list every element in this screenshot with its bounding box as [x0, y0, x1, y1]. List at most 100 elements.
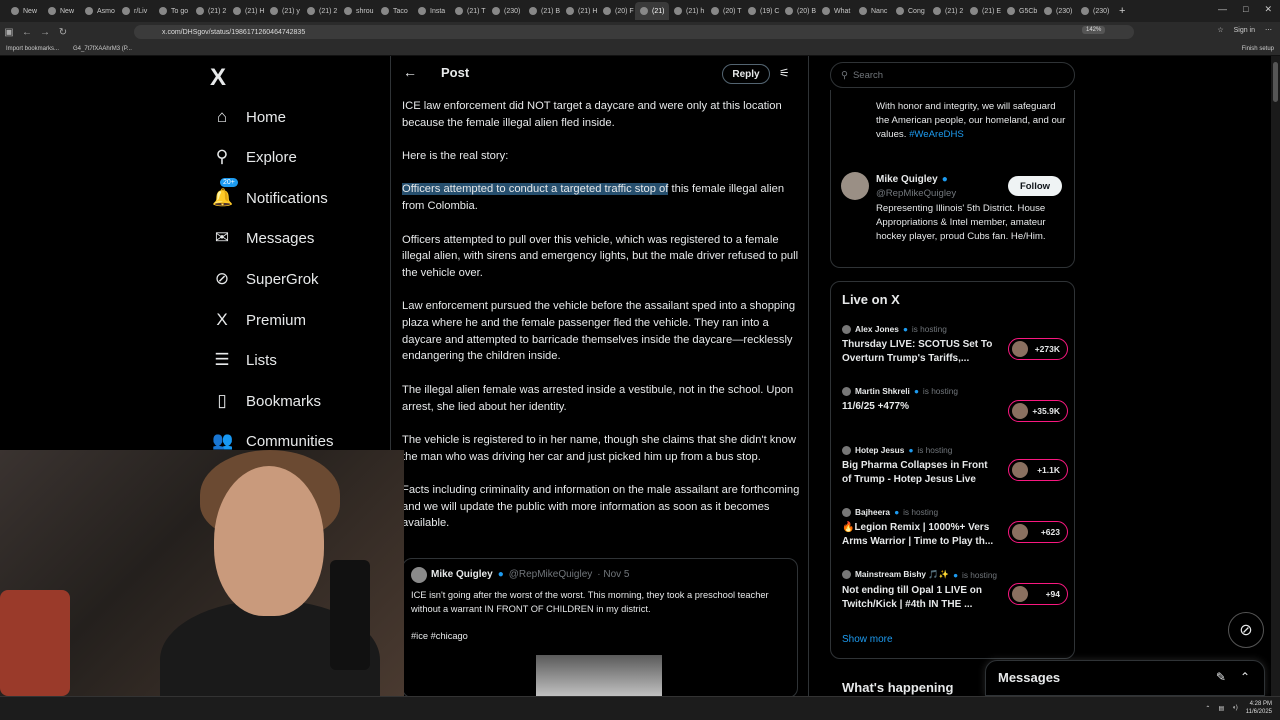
bookmark-item[interactable]: G4_7t7fXAAhrM3 (P...: [73, 46, 132, 52]
nav-item-communities[interactable]: 👥 Communities: [212, 431, 334, 451]
scrollbar[interactable]: [1271, 56, 1280, 696]
browser-tab[interactable]: New: [43, 2, 80, 20]
browser-tab[interactable]: (21) E: [965, 2, 1002, 20]
nav-item-bookmarks[interactable]: ▯ Bookmarks: [212, 391, 321, 411]
quote-handle[interactable]: @RepMikeQuigley: [509, 569, 593, 580]
live-viewer-count[interactable]: +94: [1008, 583, 1068, 605]
browser-tab[interactable]: What: [817, 2, 854, 20]
minimize-icon[interactable]: —: [1218, 4, 1227, 15]
browser-tab[interactable]: (20) F: [598, 2, 635, 20]
browser-tab[interactable]: G5Cb: [1002, 2, 1039, 20]
clock[interactable]: 4:28 PM 11/6/2025: [1246, 700, 1272, 716]
live-viewer-count[interactable]: +623: [1008, 521, 1068, 543]
browser-tab[interactable]: (230): [1039, 2, 1076, 20]
show-more-link[interactable]: Show more: [842, 634, 893, 645]
sign-in-button[interactable]: Sign in: [1234, 27, 1255, 34]
nav-item-explore[interactable]: ⚲ Explore: [212, 147, 297, 167]
maximize-icon[interactable]: □: [1243, 4, 1248, 15]
forward-icon[interactable]: →: [36, 27, 54, 38]
browser-tab[interactable]: (21): [635, 2, 669, 20]
quote-author-name[interactable]: Mike Quigley: [431, 569, 493, 580]
reply-button[interactable]: Reply: [722, 64, 770, 84]
browser-tab[interactable]: Asmo: [80, 2, 117, 20]
nav-item-premium[interactable]: X Premium: [212, 310, 306, 330]
browser-tab[interactable]: Insta: [413, 2, 450, 20]
browser-tab[interactable]: New: [6, 2, 43, 20]
live-item[interactable]: Bajheera ● is hosting 🔥Legion Remix | 1000%…: [842, 507, 1068, 548]
filter-icon[interactable]: ⚟: [779, 66, 790, 80]
reload-icon[interactable]: ↻: [54, 27, 72, 38]
network-icon[interactable]: ▤: [1218, 705, 1224, 712]
expand-icon[interactable]: ⌃: [1240, 670, 1250, 684]
live-item[interactable]: Alex Jones ● is hosting Thursday LIVE: SCOT…: [842, 324, 1068, 365]
avatar[interactable]: [411, 567, 427, 583]
volume-icon[interactable]: ◖): [1232, 705, 1238, 711]
hashtag-link[interactable]: #WeAreDHS: [909, 129, 964, 140]
browser-tab[interactable]: (20) B: [780, 2, 817, 20]
menu-icon[interactable]: ⋯: [1265, 26, 1272, 34]
browser-tab[interactable]: (21) 2: [191, 2, 228, 20]
browser-tab[interactable]: (21) T: [450, 2, 487, 20]
close-icon[interactable]: ✕: [1264, 4, 1272, 15]
browser-tab[interactable]: r/Liv: [117, 2, 154, 20]
scrollbar-thumb[interactable]: [1273, 62, 1278, 102]
messages-drawer[interactable]: Messages ✎ ⌃: [985, 660, 1265, 696]
browser-tab[interactable]: (20) T: [706, 2, 743, 20]
browser-tab[interactable]: (19) C: [743, 2, 780, 20]
tab-favicon-icon: [233, 7, 241, 15]
browser-tab[interactable]: (230): [1076, 2, 1113, 20]
finish-setup-button[interactable]: Finish setup: [1242, 46, 1274, 52]
zoom-level[interactable]: 142%: [1082, 26, 1106, 34]
live-host-row: Martin Shkreli ● is hosting: [842, 386, 1068, 396]
browser-tab[interactable]: (21) B: [524, 2, 561, 20]
live-viewer-count[interactable]: +273K: [1008, 338, 1068, 360]
browser-tab[interactable]: To go: [154, 2, 191, 20]
browser-tab[interactable]: shrou: [339, 2, 376, 20]
x-logo[interactable]: X: [210, 64, 226, 92]
nav-item-messages[interactable]: ✉ Messages: [212, 228, 315, 248]
browser-tab[interactable]: Taco: [376, 2, 413, 20]
suggested-account-handle[interactable]: @RepMikeQuigley: [876, 188, 956, 199]
tab-favicon-icon: [640, 7, 648, 15]
bookmark-import[interactable]: Import bookmarks...: [6, 46, 59, 52]
avatar: [842, 445, 851, 455]
back-arrow-icon[interactable]: ←: [403, 64, 417, 80]
nav-item-lists[interactable]: ☰ Lists: [212, 350, 276, 370]
tab-label: To go: [171, 7, 189, 15]
live-item[interactable]: Martin Shkreli ● is hosting 11/6/25 +477% +3…: [842, 386, 1068, 422]
browser-tab[interactable]: Nanc: [854, 2, 891, 20]
live-item[interactable]: Hotep Jesus ● is hosting Big Pharma Collaps…: [842, 445, 1068, 486]
search-input[interactable]: ⚲ Search: [830, 62, 1075, 88]
back-icon[interactable]: ←: [18, 27, 36, 38]
browser-tab[interactable]: Cong: [891, 2, 928, 20]
avatar[interactable]: [841, 172, 869, 200]
nav-item-notifications[interactable]: 20+ 🔔 Notifications: [212, 178, 328, 208]
quoted-post[interactable]: Mike Quigley ● @RepMikeQuigley · Nov 5 I…: [402, 558, 798, 696]
star-icon[interactable]: ☆: [1217, 26, 1223, 34]
browser-tab[interactable]: (230): [487, 2, 524, 20]
live-viewer-count[interactable]: +1.1K: [1008, 459, 1068, 481]
grok-icon[interactable]: ⊘: [1228, 612, 1264, 648]
suggested-account-name[interactable]: Mike Quigley ●: [876, 174, 948, 185]
nav-item-home[interactable]: ⌂ Home: [212, 107, 286, 127]
post-paragraph: The vehicle is registered to in her name…: [402, 432, 800, 465]
new-message-icon[interactable]: ✎: [1216, 670, 1226, 684]
live-item[interactable]: Mainstream Bishy 🎵✨ ● is hosting Not ending…: [842, 569, 1068, 611]
browser-tab[interactable]: (21) H: [228, 2, 265, 20]
live-viewer-count[interactable]: +35.9K: [1008, 400, 1068, 422]
browser-tab[interactable]: (21) H: [561, 2, 598, 20]
nav-item-supergrok[interactable]: ⊘ SuperGrok: [212, 269, 319, 289]
browser-tab[interactable]: (21) 2: [302, 2, 339, 20]
browser-tab[interactable]: (21) 2: [928, 2, 965, 20]
quote-hashtags[interactable]: #ice #chicago: [411, 631, 468, 641]
tab-label: (21) 2: [208, 7, 227, 15]
follow-button[interactable]: Follow: [1008, 176, 1062, 196]
browser-tab[interactable]: (21) h: [669, 2, 706, 20]
quote-media[interactable]: [536, 655, 662, 696]
tray-chevron-icon[interactable]: ⌃: [1205, 705, 1210, 712]
browser-tab[interactable]: (21) y: [265, 2, 302, 20]
new-tab-button[interactable]: +: [1119, 5, 1125, 17]
who-to-follow-card: With honor and integrity, we will safegu…: [830, 90, 1075, 268]
address-bar[interactable]: x.com/DHSgov/status/1986171260464742835: [134, 25, 1134, 39]
sidebar-toggle-icon[interactable]: ▣: [0, 27, 18, 38]
